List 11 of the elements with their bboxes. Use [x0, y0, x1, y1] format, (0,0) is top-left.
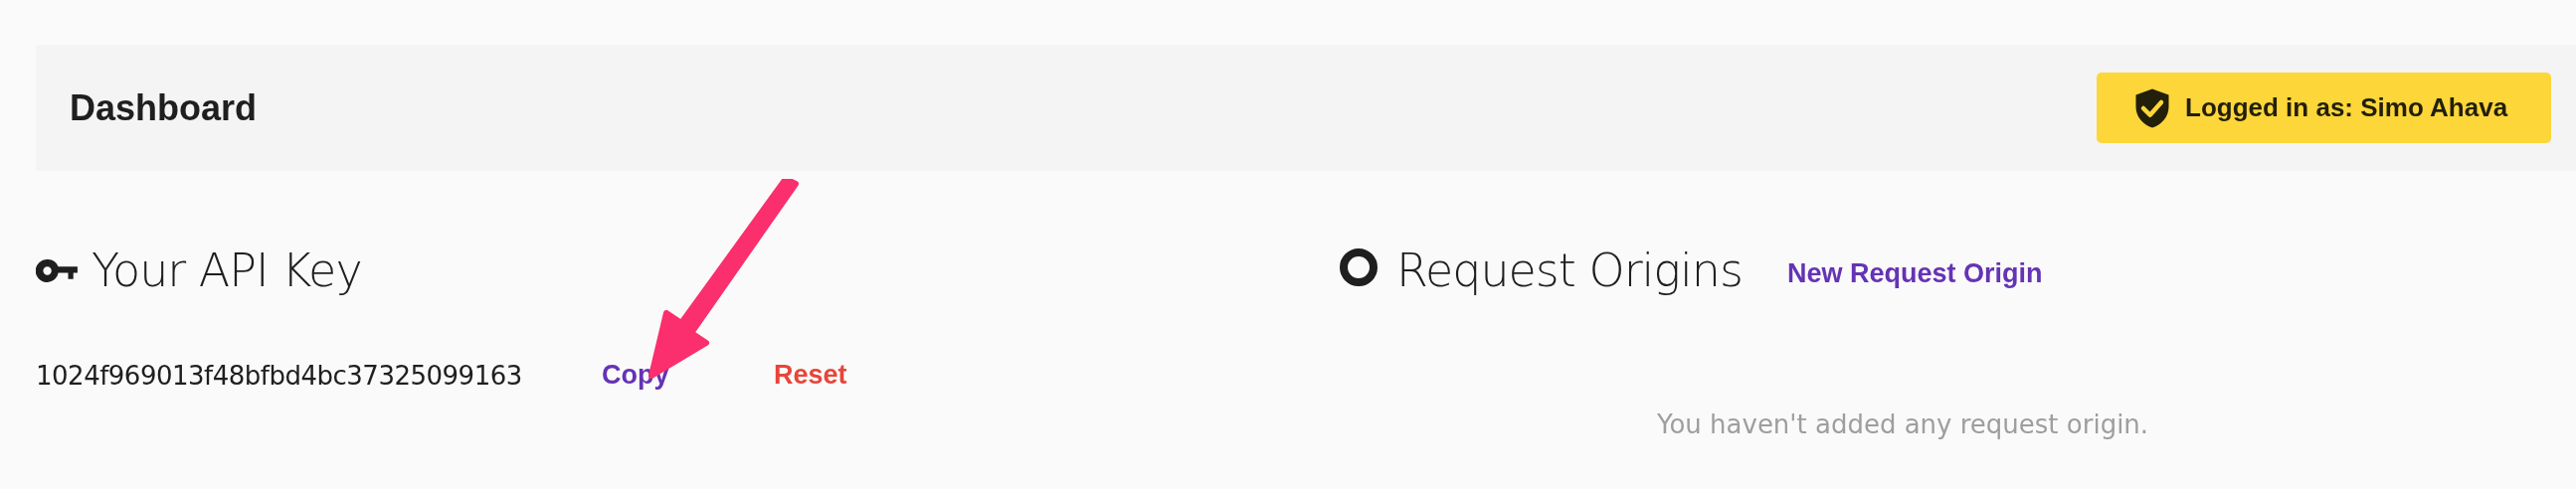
page-title: Dashboard	[70, 86, 258, 129]
api-key-value: 1024f969013f48bfbd4bc37325099163	[36, 360, 523, 391]
reset-link[interactable]: Reset	[774, 360, 847, 391]
shield-check-icon	[2134, 86, 2170, 129]
key-icon	[36, 258, 78, 282]
user-label: Logged in as: Simo Ahava	[2185, 92, 2508, 123]
circle-icon	[1339, 247, 1379, 287]
new-request-origin-link[interactable]: New Request Origin	[1786, 257, 2043, 289]
empty-message: You haven't added any request origin.	[1657, 409, 2150, 439]
section-heading: Request Origins	[1396, 244, 1743, 297]
section-heading: Your API Key	[92, 244, 362, 297]
